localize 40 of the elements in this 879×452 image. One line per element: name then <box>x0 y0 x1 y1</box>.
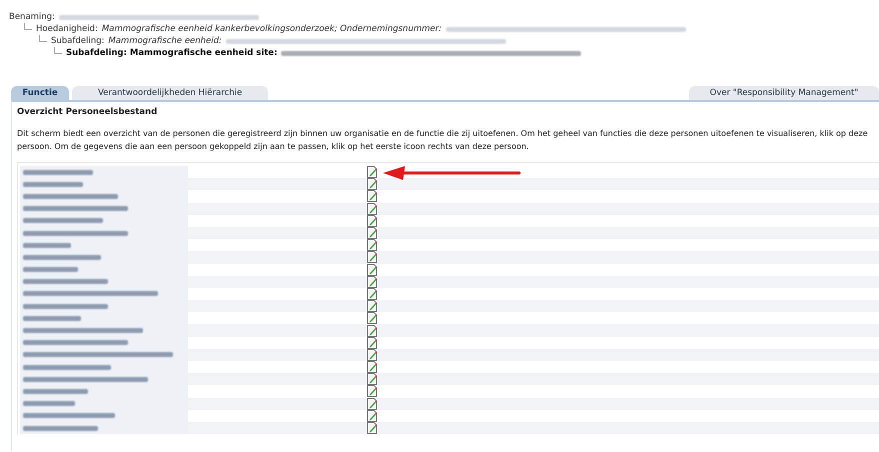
hierarchy-label: Hoedanigheid: <box>36 23 98 35</box>
edit-icon[interactable] <box>367 398 377 410</box>
edit-icon[interactable] <box>367 227 377 240</box>
hierarchy-label: Subafdeling: Mammografische eenheid site: <box>66 47 278 59</box>
tab[interactable]: Functie <box>11 86 69 100</box>
hierarchy-label: Benaming: <box>9 11 55 23</box>
edit-icon[interactable] <box>367 422 377 434</box>
edit-icon[interactable] <box>367 276 377 288</box>
redacted-name <box>23 182 83 187</box>
edit-icon[interactable] <box>367 251 377 264</box>
edit-icon[interactable] <box>367 166 377 178</box>
edit-icon[interactable] <box>367 324 377 337</box>
edit-icon[interactable] <box>367 373 377 386</box>
tab[interactable]: Over "Responsibility Management" <box>689 86 879 100</box>
panel-title: Overzicht Personeelsbestand <box>17 106 158 118</box>
redacted-name <box>23 316 81 321</box>
edit-icon[interactable] <box>367 239 377 252</box>
redacted-name <box>23 388 88 394</box>
edit-icon[interactable] <box>367 300 377 312</box>
edit-icon[interactable] <box>367 288 377 300</box>
edit-icon[interactable] <box>367 348 377 361</box>
hierarchy-value: Mammografische eenheid: <box>108 35 222 47</box>
redacted-name <box>23 242 71 248</box>
redacted-name <box>23 267 78 272</box>
edit-icon[interactable] <box>367 264 377 276</box>
edit-icon[interactable] <box>367 312 377 324</box>
edit-icon[interactable] <box>367 361 377 374</box>
edit-icon[interactable] <box>367 190 377 202</box>
edit-icon[interactable] <box>367 178 377 190</box>
tab[interactable]: Verantwoordelijkheden Hiërarchie <box>72 86 268 100</box>
hierarchy-value: Mammografische eenheid kankerbevolkingsonderzoek; Ondernemingsnummer: <box>102 23 442 35</box>
hierarchy-label: Subafdeling: <box>51 35 104 47</box>
redacted-name <box>23 401 75 406</box>
edit-icon[interactable] <box>367 385 377 398</box>
edit-icon[interactable] <box>367 336 377 349</box>
edit-icon[interactable] <box>367 214 377 227</box>
redacted-name <box>23 170 93 175</box>
edit-icon[interactable] <box>367 202 377 215</box>
edit-icon[interactable] <box>367 410 377 422</box>
description-text: Dit scherm biedt een overzicht van de personen die geregistreerd zijn binnen uw organisatie en de functie die zij uitoefenen. Om het geheel van functies die deze personen uitoefenen te visualiseren, klik op deze persoon. Om de gegevens die aan een persoon gekoppeld zijn aan te passen, klik op het eerste icoon rechts van deze persoon. <box>17 128 869 153</box>
